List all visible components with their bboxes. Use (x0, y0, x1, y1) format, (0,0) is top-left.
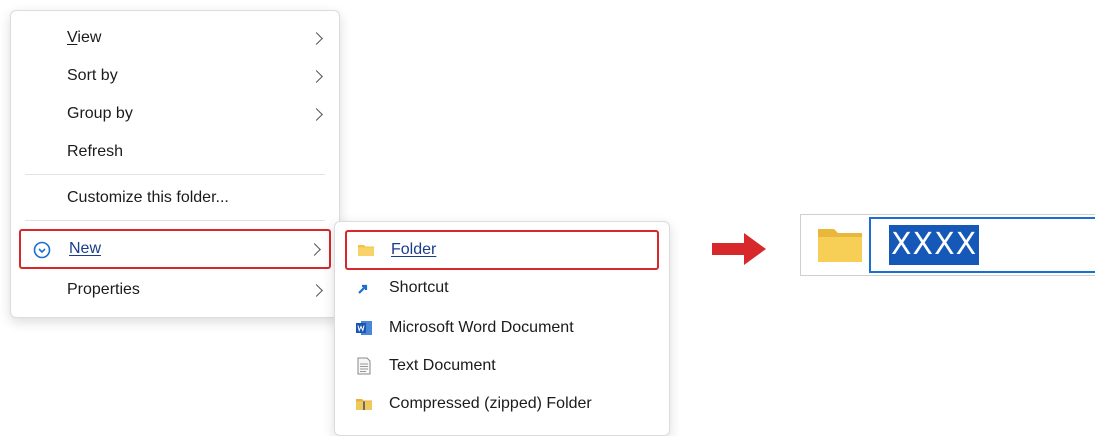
menu-item-customize-label: Customize this folder... (67, 189, 229, 206)
submenu-item-shortcut-label: Shortcut (389, 279, 449, 296)
menu-item-refresh[interactable]: Refresh (19, 135, 331, 169)
menu-separator (25, 220, 325, 221)
menu-item-view-label: View (67, 29, 102, 46)
submenu-item-word-label: Microsoft Word Document (389, 319, 574, 336)
chevron-right-icon (310, 283, 323, 297)
menu-item-properties[interactable]: Properties (19, 273, 331, 307)
new-circle-icon (33, 241, 51, 259)
chevron-right-icon (310, 69, 323, 83)
menu-item-new[interactable]: New (19, 229, 331, 269)
menu-item-group-by-label: Group by (67, 105, 133, 122)
menu-item-sort-by[interactable]: Sort by (19, 59, 331, 93)
submenu-item-folder-label: Folder (391, 241, 437, 258)
folder-icon (818, 229, 862, 262)
submenu-item-word-document[interactable]: Microsoft Word Document (345, 310, 659, 346)
submenu-item-text-label: Text Document (389, 357, 496, 374)
context-menu: View Sort by Group by Refresh Customize … (10, 10, 340, 318)
word-document-icon (356, 321, 372, 335)
folder-name-selected-text: XXXX (889, 225, 980, 265)
menu-separator (25, 174, 325, 175)
submenu-item-text-document[interactable]: Text Document (345, 348, 659, 384)
zip-folder-icon (356, 399, 372, 410)
menu-item-new-label: New (69, 240, 102, 257)
chevron-right-icon (310, 107, 323, 121)
folder-name-input[interactable]: XXXX (869, 217, 1095, 273)
menu-item-properties-label: Properties (67, 281, 140, 298)
arrow-right-icon (712, 233, 766, 265)
shortcut-icon (357, 281, 371, 295)
submenu-item-zipped-folder[interactable]: Compressed (zipped) Folder (345, 386, 659, 422)
submenu-item-zip-label: Compressed (zipped) Folder (389, 395, 592, 412)
menu-item-view[interactable]: View (19, 21, 331, 55)
new-submenu: Folder Shortcut Microsoft Word Document … (334, 221, 670, 436)
submenu-item-shortcut[interactable]: Shortcut (345, 270, 659, 306)
folder-icon (358, 245, 374, 256)
chevron-right-icon (310, 31, 323, 45)
menu-item-group-by[interactable]: Group by (19, 97, 331, 131)
submenu-item-folder[interactable]: Folder (345, 230, 659, 270)
menu-item-refresh-label: Refresh (67, 143, 124, 160)
text-document-icon (357, 357, 371, 375)
menu-item-customize-folder[interactable]: Customize this folder... (19, 181, 331, 215)
new-folder-rename-item: XXXX (800, 214, 1095, 276)
menu-item-sort-by-label: Sort by (67, 67, 118, 84)
chevron-right-icon (308, 242, 321, 256)
